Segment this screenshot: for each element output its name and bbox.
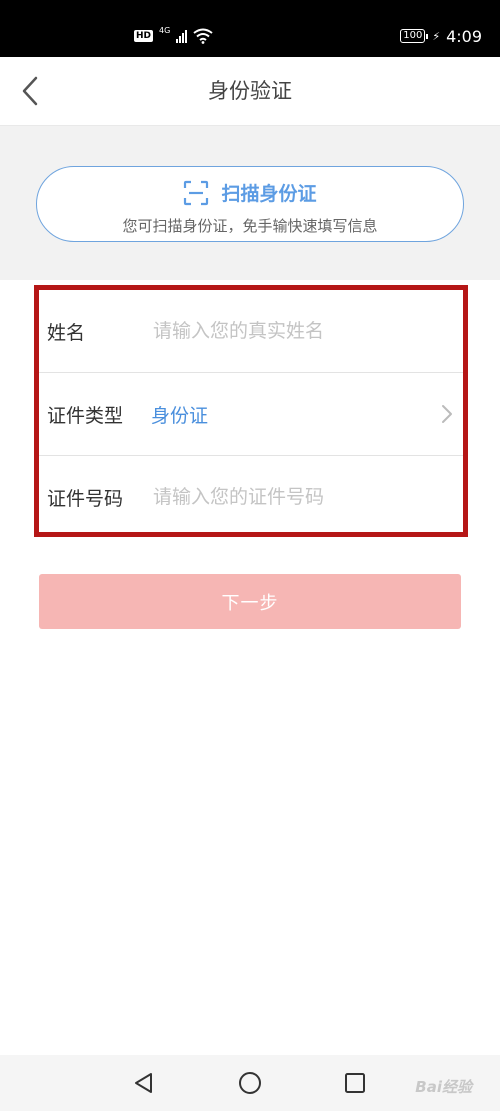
chevron-right-icon <box>442 405 452 423</box>
nav-recent-apps-icon[interactable] <box>342 1070 368 1096</box>
identity-form: 姓名 证件类型 身份证 证件号码 <box>34 285 468 537</box>
hd-badge: HD <box>134 30 154 42</box>
status-bar: HD 4G 100 ⚡ 4:09 <box>0 0 500 57</box>
back-button[interactable] <box>10 71 50 111</box>
status-indicators: HD 4G <box>134 26 213 46</box>
name-label: 姓名 <box>47 321 86 344</box>
scan-frame-icon <box>184 180 209 205</box>
wifi-icon <box>193 28 213 44</box>
scan-subtitle: 您可扫描身份证，免手输快速填写信息 <box>122 217 378 235</box>
charging-icon: ⚡ <box>432 29 441 43</box>
network-type: 4G <box>159 25 171 35</box>
system-nav-bar: Bai经验 <box>0 1055 500 1111</box>
battery-icon: 100 <box>400 29 429 43</box>
nav-bar: 身份验证 <box>0 57 500 126</box>
name-input[interactable] <box>153 320 443 342</box>
scan-title: 扫描身份证 <box>221 183 317 205</box>
nav-home-icon[interactable] <box>237 1070 263 1096</box>
signal-icon <box>176 29 188 43</box>
id-type-label: 证件类型 <box>47 404 124 427</box>
chevron-left-icon <box>22 76 38 106</box>
scan-title-row: 扫描身份证 <box>37 179 463 206</box>
clock: 4:09 <box>446 26 482 46</box>
scan-section: 扫描身份证 您可扫描身份证，免手输快速填写信息 <box>0 126 500 280</box>
nav-back-icon[interactable] <box>131 1070 157 1096</box>
scan-id-card-button[interactable]: 扫描身份证 您可扫描身份证，免手输快速填写信息 <box>36 166 464 242</box>
id-type-row[interactable]: 证件类型 身份证 <box>39 373 463 456</box>
id-number-label: 证件号码 <box>47 487 124 510</box>
id-number-row: 证件号码 <box>39 456 463 538</box>
status-right: 100 ⚡ 4:09 <box>400 25 482 47</box>
watermark: Bai经验 <box>415 1078 472 1096</box>
id-number-input[interactable] <box>153 486 443 508</box>
page-title: 身份验证 <box>208 79 292 103</box>
name-row: 姓名 <box>39 290 463 373</box>
next-step-button[interactable]: 下一步 <box>39 574 461 629</box>
id-type-value: 身份证 <box>151 404 209 427</box>
